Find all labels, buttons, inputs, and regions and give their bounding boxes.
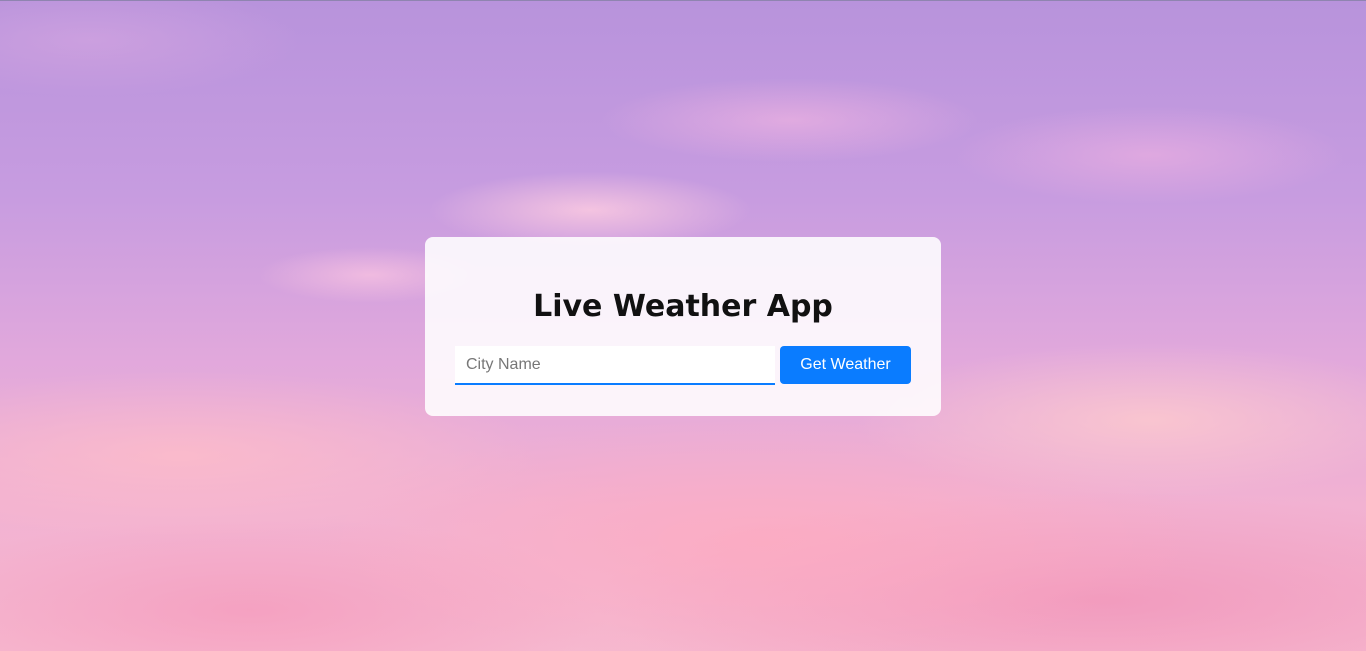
weather-search-card: Live Weather App Get Weather (425, 237, 941, 416)
city-name-input[interactable] (455, 346, 775, 385)
top-border (0, 0, 1366, 1)
app-title: Live Weather App (533, 289, 833, 324)
weather-app-page: { "app": { "title": "Live Weather App" }… (0, 0, 1366, 651)
get-weather-button[interactable]: Get Weather (780, 346, 911, 384)
